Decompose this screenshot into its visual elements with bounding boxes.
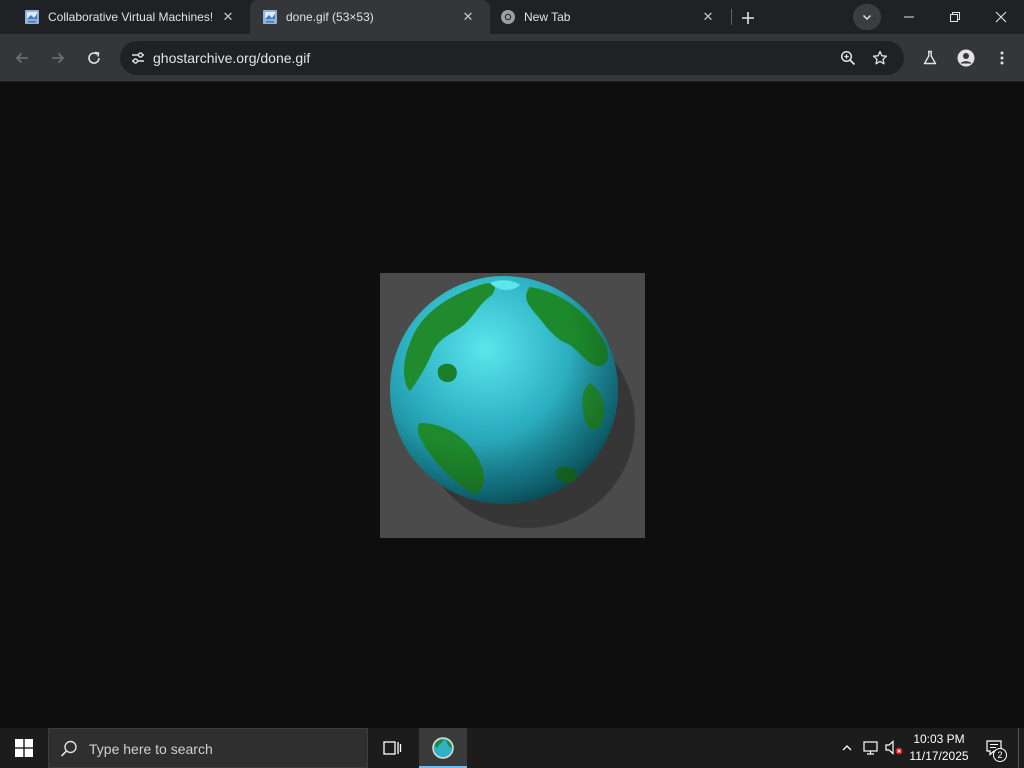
- taskbar-chrome-app[interactable]: [419, 728, 467, 768]
- tab-strip: Collaborative Virtual Machines! ✕ done.g…: [0, 0, 1024, 34]
- tab-close-icon[interactable]: ✕: [700, 9, 716, 25]
- tab-collaborative-vms[interactable]: Collaborative Virtual Machines! ✕: [0, 0, 250, 34]
- forward-button[interactable]: [42, 42, 74, 74]
- new-tab-button[interactable]: [736, 6, 760, 30]
- chevron-up-icon: [842, 745, 852, 751]
- url-text[interactable]: ghostarchive.org/done.gif: [153, 50, 310, 66]
- chevron-down-icon: [862, 14, 872, 21]
- zoom-icon[interactable]: [836, 46, 860, 70]
- task-view-icon: [383, 741, 402, 755]
- arrow-right-icon: [52, 52, 65, 64]
- close-window-button[interactable]: [978, 0, 1024, 34]
- minimize-button[interactable]: [886, 0, 932, 34]
- tab-title: New Tab: [524, 10, 571, 24]
- page-viewport: [0, 82, 1024, 728]
- profile-avatar-icon[interactable]: [950, 42, 982, 74]
- clock-date: 11/17/2025: [909, 749, 969, 763]
- plus-icon: [742, 12, 754, 24]
- tab-close-icon[interactable]: ✕: [460, 9, 476, 25]
- reload-button[interactable]: [78, 42, 110, 74]
- bookmark-star-icon[interactable]: [868, 46, 892, 70]
- address-bar[interactable]: ghostarchive.org/done.gif: [120, 41, 904, 75]
- volume-muted-icon[interactable]: [883, 728, 905, 768]
- show-hidden-icons-button[interactable]: [836, 728, 858, 768]
- back-button[interactable]: [6, 42, 38, 74]
- chrome-globe-app-icon: [432, 737, 454, 759]
- search-placeholder: Type here to search: [89, 741, 213, 757]
- show-desktop-button[interactable]: [1018, 728, 1024, 768]
- displayed-gif-image[interactable]: [380, 273, 645, 538]
- clock-time: 10:03 PM: [913, 732, 965, 746]
- arrow-left-icon: [15, 52, 28, 64]
- browser-toolbar: ghostarchive.org/done.gif: [0, 34, 1024, 82]
- tab-title: Collaborative Virtual Machines!: [48, 10, 212, 24]
- restore-icon: [950, 12, 960, 22]
- tab-done-gif[interactable]: done.gif (53×53) ✕: [250, 0, 490, 34]
- system-clock[interactable]: 10:03 PM 11/17/2025: [904, 731, 974, 765]
- search-icon: [60, 740, 77, 757]
- notification-count-badge: 2: [993, 748, 1007, 762]
- tab-separator: [731, 9, 732, 25]
- taskbar-search-box[interactable]: Type here to search: [48, 728, 368, 768]
- tab-search-button[interactable]: [853, 4, 881, 30]
- close-icon: [995, 11, 1007, 23]
- vm-site-favicon-icon: [24, 9, 40, 25]
- start-button[interactable]: [0, 728, 48, 768]
- spinning-globe-image: [390, 276, 635, 528]
- task-view-button[interactable]: [370, 728, 414, 768]
- windows-taskbar: Type here to search 10:03 PM 11/17/2025 …: [0, 728, 1024, 768]
- windows-logo-icon: [15, 739, 33, 757]
- site-info-icon[interactable]: [126, 46, 150, 70]
- restore-button[interactable]: [932, 0, 978, 34]
- tab-close-icon[interactable]: ✕: [220, 9, 236, 25]
- chrome-icon: [500, 9, 516, 25]
- network-icon[interactable]: [860, 728, 882, 768]
- menu-kebab-icon[interactable]: [986, 42, 1018, 74]
- reload-icon: [88, 51, 100, 64]
- tab-title: done.gif (53×53): [286, 10, 374, 24]
- vm-site-favicon-icon: [262, 9, 278, 25]
- minimize-icon: [904, 16, 914, 18]
- notification-center-button[interactable]: 2: [978, 728, 1010, 768]
- labs-flask-icon[interactable]: [914, 42, 946, 74]
- tab-new-tab[interactable]: New Tab ✕: [490, 0, 730, 34]
